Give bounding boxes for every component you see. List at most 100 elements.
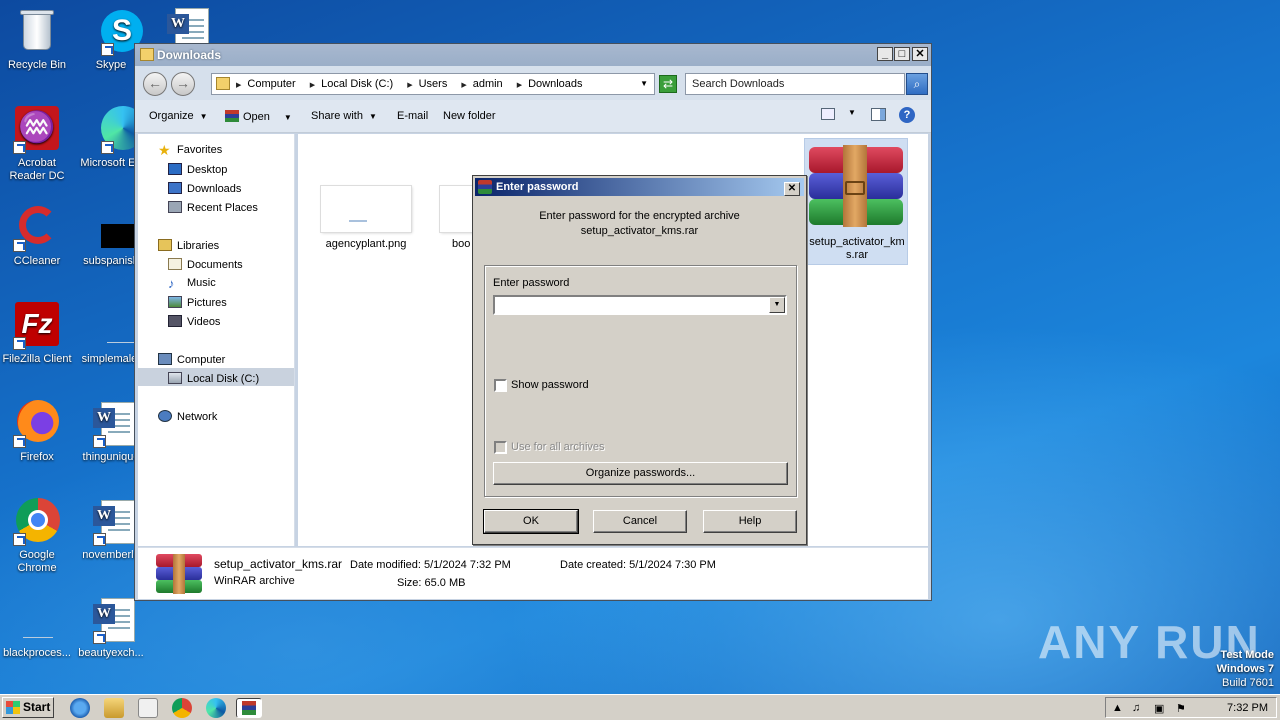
music-icon: ♪ xyxy=(168,276,175,291)
cancel-button[interactable]: Cancel xyxy=(593,510,687,533)
file-item-selected[interactable]: setup_activator_kms.rar xyxy=(804,138,908,265)
nav-documents[interactable]: Documents xyxy=(168,258,243,271)
dialog-titlebar[interactable]: Enter password ✕ xyxy=(475,178,804,196)
desktop-icon-blackproces[interactable]: blackproces... xyxy=(0,596,74,660)
nav-videos[interactable]: Videos xyxy=(168,315,220,328)
edge-icon[interactable] xyxy=(206,698,226,718)
desktop-icon-label: FileZilla Client xyxy=(2,353,72,365)
media-player-icon[interactable] xyxy=(138,698,158,718)
window-title: Downloads xyxy=(157,48,222,62)
ccleaner-icon xyxy=(13,204,61,252)
desktop-icon-label: Acrobat Reader DC xyxy=(9,157,65,182)
password-field[interactable]: ▼ xyxy=(493,295,787,315)
desktop-icon-acrobat[interactable]: ♒ Acrobat Reader DC xyxy=(0,106,74,183)
desktop-icon-label: CCleaner xyxy=(13,255,61,267)
nav-pictures[interactable]: Pictures xyxy=(168,296,227,309)
desktop-icon-label: Google Chrome xyxy=(17,549,57,574)
preview-pane-icon[interactable] xyxy=(871,108,886,121)
details-file-name: setup_activator_kms.rar xyxy=(214,557,343,571)
clock[interactable]: 7:32 PM xyxy=(1227,702,1268,714)
chevron-down-icon[interactable]: ▼ xyxy=(848,108,856,117)
start-button[interactable]: Start xyxy=(2,697,54,718)
details-date-created: Date created: 5/1/2024 7:30 PM xyxy=(560,559,716,571)
videos-icon xyxy=(168,315,182,327)
open-button[interactable]: Open ▼ xyxy=(225,110,292,123)
new-folder-button[interactable]: New folder xyxy=(443,110,496,122)
nav-local-disk[interactable]: Local Disk (C:) xyxy=(168,372,259,385)
desktop-icon-filezilla[interactable]: Fz FileZilla Client xyxy=(0,302,74,366)
back-button[interactable]: ← xyxy=(143,72,167,96)
file-name: setup_activator_kms.rar xyxy=(809,236,905,261)
system-tray: ▲ ♫ ▣ ⚑ 7:32 PM xyxy=(1105,697,1277,718)
nav-desktop[interactable]: Desktop xyxy=(168,163,227,176)
chrome-icon[interactable] xyxy=(172,698,192,718)
breadcrumb-item[interactable]: Downloads xyxy=(528,78,582,90)
address-bar-area: ← → ▶ Computer ▶ Local Disk (C:) ▶ Users ▶ admi… xyxy=(135,66,931,100)
winrar-taskbar-button[interactable] xyxy=(236,698,262,718)
forward-button[interactable]: → xyxy=(171,72,195,96)
desktop-icon-label: blackproces... xyxy=(3,647,71,659)
organize-button[interactable]: Organize ▼ xyxy=(149,110,208,122)
email-button[interactable]: E-mail xyxy=(397,110,428,122)
breadcrumb-item[interactable]: Users xyxy=(419,78,448,90)
details-date-modified: Date modified: 5/1/2024 7:32 PM xyxy=(350,559,511,571)
recycle-bin-icon xyxy=(13,8,61,56)
refresh-icon[interactable]: ⇄ xyxy=(659,75,677,93)
file-explorer-icon[interactable] xyxy=(104,698,124,718)
details-pane: setup_activator_kms.rar WinRAR archive D… xyxy=(138,547,928,599)
search-input[interactable]: Search Downloads xyxy=(685,73,905,95)
breadcrumb-item[interactable]: Computer xyxy=(247,78,295,90)
windows-logo-icon xyxy=(6,701,20,714)
help-button[interactable]: Help xyxy=(703,510,797,533)
organize-passwords-button[interactable]: Organize passwords... xyxy=(493,462,788,485)
file-name: agencyplant.png xyxy=(325,238,407,250)
view-options-icon[interactable] xyxy=(821,108,835,120)
nav-network[interactable]: Network xyxy=(158,410,217,423)
nav-libraries[interactable]: Libraries xyxy=(158,239,219,252)
nav-downloads[interactable]: Downloads xyxy=(168,182,241,195)
volume-icon[interactable]: ♫ xyxy=(1132,702,1140,714)
details-size: Size: 65.0 MB xyxy=(397,577,466,589)
star-icon: ★ xyxy=(158,142,171,158)
blank-file-icon xyxy=(87,302,147,350)
explorer-titlebar[interactable]: Downloads _ □ ✕ xyxy=(135,44,931,66)
acrobat-icon: ♒ xyxy=(13,106,61,154)
breadcrumb-item[interactable]: Local Disk (C:) xyxy=(321,78,393,90)
close-button[interactable]: ✕ xyxy=(784,182,800,196)
desktop-icon-chrome[interactable]: Google Chrome xyxy=(0,498,74,575)
nav-computer[interactable]: Computer xyxy=(158,353,225,366)
desktop-icon-beautyexch[interactable]: W beautyexch... xyxy=(74,596,148,660)
breadcrumb-item[interactable]: admin xyxy=(473,78,503,90)
desktop-icon-ccleaner[interactable]: CCleaner xyxy=(0,204,74,268)
network-icon[interactable]: ▣ xyxy=(1154,702,1164,715)
dialog-message: Enter password for the encrypted archive… xyxy=(473,209,806,239)
share-with-button[interactable]: Share with ▼ xyxy=(311,110,377,122)
nav-music[interactable]: ♪ Music xyxy=(168,277,216,290)
dialog-message-line: Enter password for the encrypted archive xyxy=(539,210,740,222)
close-button[interactable]: ✕ xyxy=(912,47,928,61)
test-mode-notice: Test Mode Windows 7 Build 7601 xyxy=(1217,648,1274,690)
maximize-button[interactable]: □ xyxy=(894,47,910,61)
minimize-button[interactable]: _ xyxy=(877,47,893,61)
show-password-checkbox[interactable] xyxy=(494,379,507,392)
show-hidden-icons[interactable]: ▲ xyxy=(1112,702,1123,714)
show-password-label[interactable]: Show password xyxy=(511,379,589,391)
libraries-icon xyxy=(158,239,172,251)
search-icon[interactable]: ⌕ xyxy=(906,73,928,95)
desktop-icon-recycle-bin[interactable]: Recycle Bin xyxy=(0,8,74,72)
chevron-down-icon[interactable]: ▼ xyxy=(769,297,785,313)
folder-icon xyxy=(216,77,230,90)
edge-icon xyxy=(87,106,145,154)
desktop-icon-firefox[interactable]: Firefox xyxy=(0,400,74,464)
address-bar[interactable]: ▶ Computer ▶ Local Disk (C:) ▶ Users ▶ admin ▶ Do… xyxy=(211,73,655,95)
internet-explorer-icon[interactable] xyxy=(70,698,90,718)
chevron-down-icon[interactable]: ▼ xyxy=(640,79,648,88)
help-icon[interactable]: ? xyxy=(899,107,915,123)
password-dialog: Enter password ✕ Enter password for the … xyxy=(472,175,807,545)
action-center-flag-icon[interactable]: ⚑ xyxy=(1176,702,1186,715)
chrome-icon xyxy=(13,498,61,546)
ok-button[interactable]: OK xyxy=(483,509,579,534)
nav-recent-places[interactable]: Recent Places xyxy=(168,201,258,214)
nav-favorites[interactable]: ★ Favorites xyxy=(158,142,222,158)
file-item[interactable]: agencyplant.png xyxy=(308,186,424,251)
